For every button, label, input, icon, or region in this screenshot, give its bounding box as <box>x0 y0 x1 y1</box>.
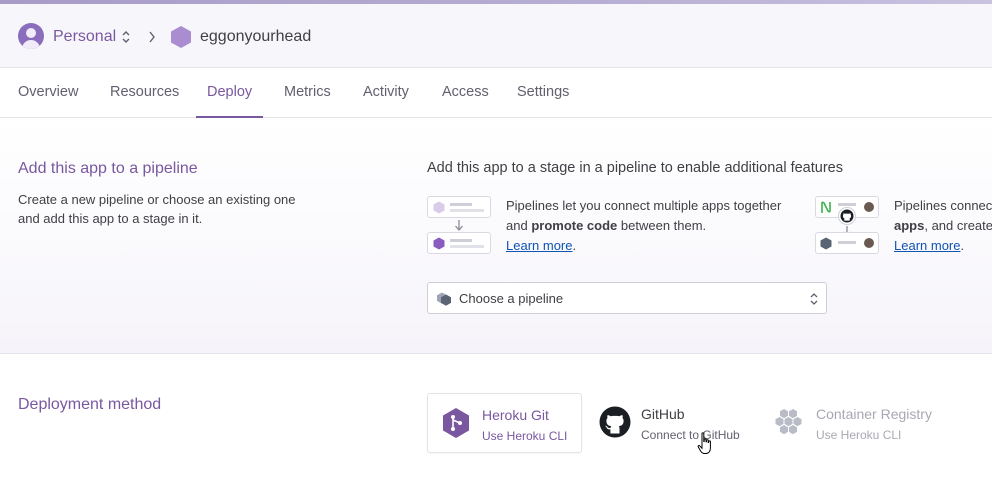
deploy-method-container-registry[interactable]: Container Registry Use Heroku CLI <box>762 393 932 453</box>
pipeline-feature-1-text: Pipelines let you connect multiple apps … <box>506 198 782 253</box>
app-nav-tabs: Overview Resources Deploy Metrics Activi… <box>0 68 992 118</box>
tab-deploy[interactable]: Deploy <box>207 84 252 100</box>
avatar-head <box>26 28 36 38</box>
app-hexagon-icon <box>171 26 191 48</box>
deploy-method-title: Container Registry <box>816 406 932 422</box>
heroku-git-icon <box>443 408 469 438</box>
tab-overview[interactable]: Overview <box>18 84 78 100</box>
pipeline-illustration-card-bottom <box>427 232 491 254</box>
deploy-method-subtitle: Use Heroku CLI <box>482 429 568 443</box>
learn-more-link[interactable]: Learn more <box>506 238 572 253</box>
app-header: Personal eggonyourhead <box>0 4 992 68</box>
pipeline-feature-2-text: Pipelines connec apps, and create Learn … <box>894 198 992 253</box>
account-switcher-chevron-icon[interactable] <box>120 28 132 46</box>
pipeline-stage-heading: Add this app to a stage in a pipeline to… <box>427 160 843 176</box>
pipeline-section-description: Create a new pipeline or choose an exist… <box>18 192 296 226</box>
avatar-body <box>22 40 40 49</box>
container-registry-icon <box>775 409 802 435</box>
deploy-method-github[interactable]: GitHub Connect to GitHub <box>587 393 742 453</box>
breadcrumb-chevron-right-icon <box>149 31 155 43</box>
tab-resources[interactable]: Resources <box>110 84 179 100</box>
deployment-method-title: Deployment method <box>18 396 162 413</box>
learn-more-link-2[interactable]: Learn more <box>894 238 960 253</box>
account-switcher-label[interactable]: Personal <box>53 28 116 46</box>
pipeline-select[interactable]: Choose a pipeline <box>427 282 827 314</box>
deploy-method-subtitle: Use Heroku CLI <box>816 428 902 442</box>
tab-metrics[interactable]: Metrics <box>284 84 331 100</box>
deploy-method-title: Heroku Git <box>482 407 549 423</box>
select-updown-icon <box>810 293 818 305</box>
deploy-method-heroku-git[interactable]: Heroku Git Use Heroku CLI <box>427 393 582 453</box>
pipeline-select-value: Choose a pipeline <box>459 291 564 306</box>
github-integration-card-bottom <box>815 232 879 254</box>
pipeline-illustration-card-top <box>427 196 491 218</box>
tab-access[interactable]: Access <box>442 84 489 100</box>
tab-activity[interactable]: Activity <box>363 84 409 100</box>
pipeline-section-title: Add this app to a pipeline <box>18 160 198 177</box>
app-name[interactable]: eggonyourhead <box>200 28 311 46</box>
pipeline-icon <box>437 292 451 306</box>
pipeline-arrow-down-icon <box>455 220 463 231</box>
avatar[interactable] <box>18 23 44 49</box>
deploy-method-title: GitHub <box>641 406 685 422</box>
pipeline-section: Add this app to a pipeline Create a new … <box>0 118 992 354</box>
github-icon <box>599 406 631 438</box>
deploy-method-subtitle: Connect to GitHub <box>641 428 740 442</box>
github-small-icon <box>838 207 856 225</box>
tab-settings[interactable]: Settings <box>517 84 569 100</box>
